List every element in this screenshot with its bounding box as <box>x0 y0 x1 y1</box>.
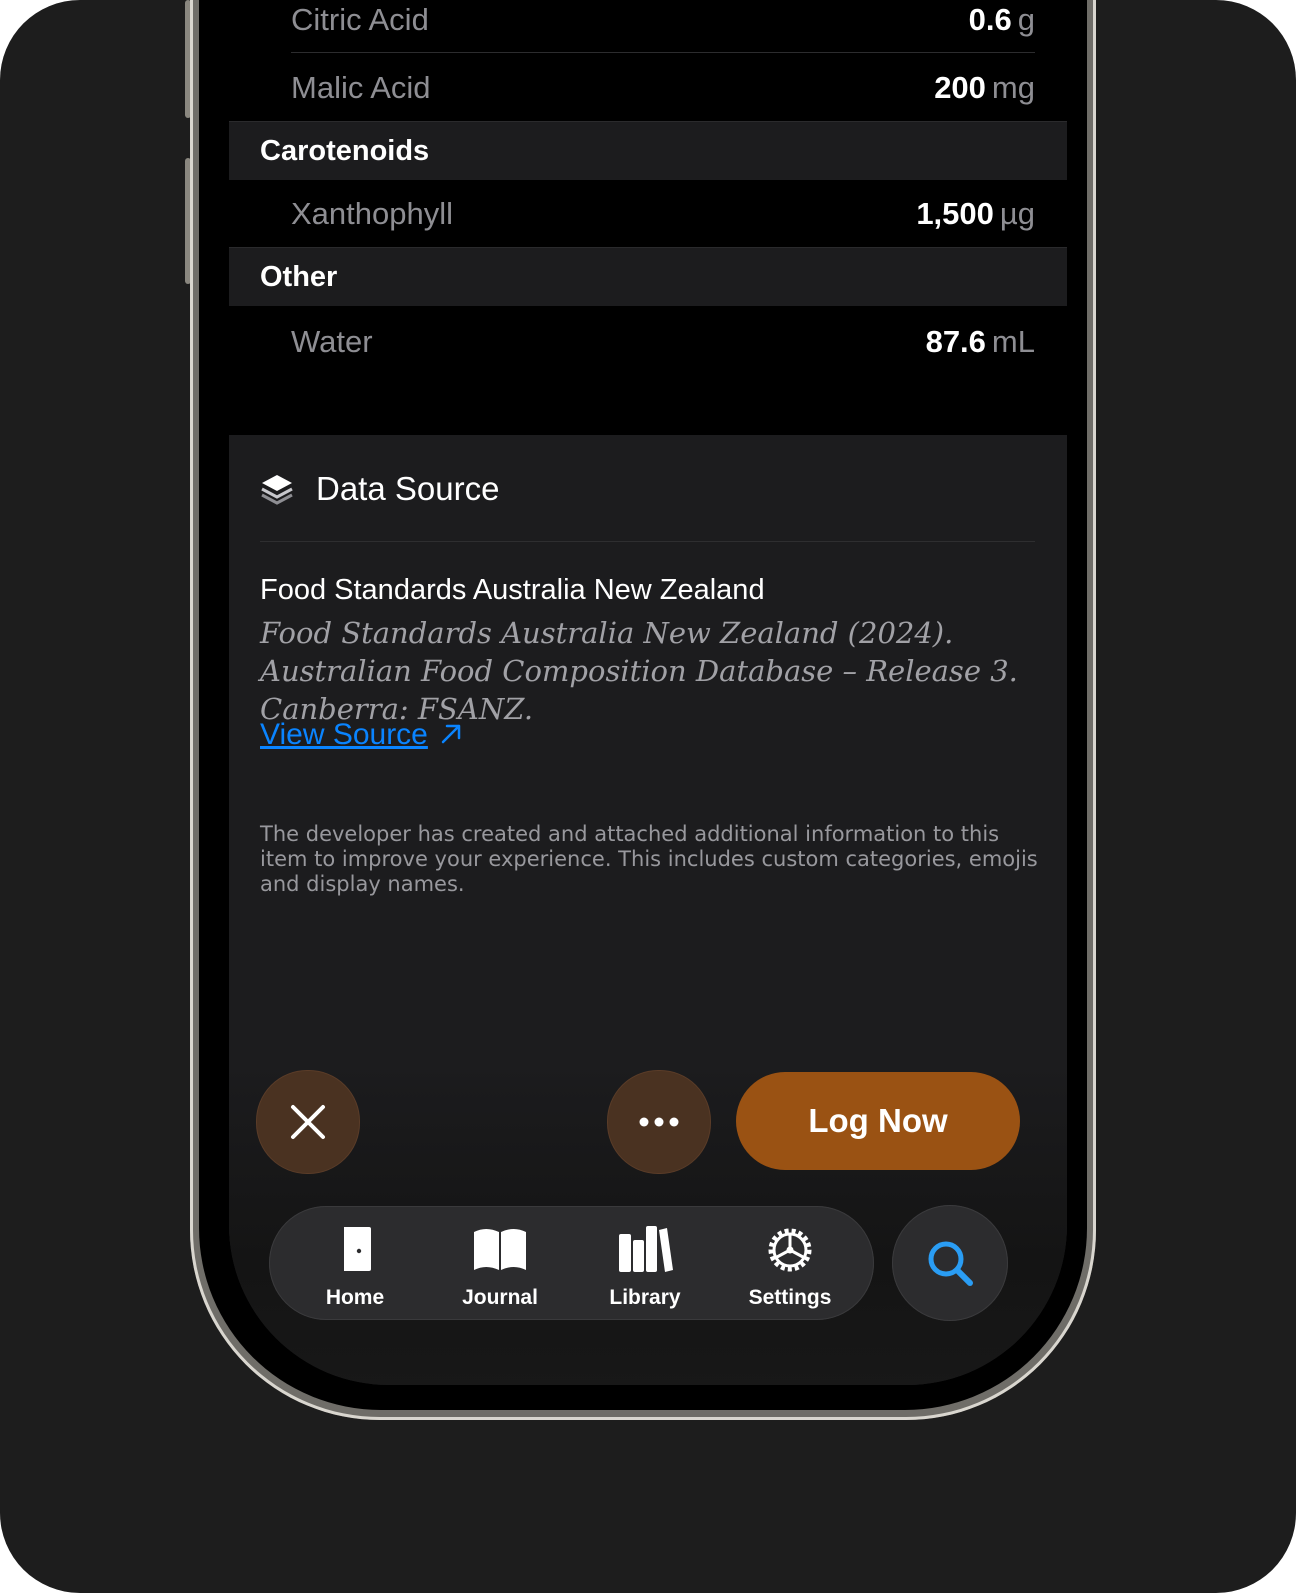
tab-settings[interactable]: Settings <box>730 1222 850 1312</box>
divider <box>260 541 1035 542</box>
tab-home[interactable]: Home <box>295 1222 415 1312</box>
close-button[interactable] <box>256 1070 360 1174</box>
tab-bar: Home Journal Library Settings <box>269 1206 874 1320</box>
books-icon <box>619 1226 673 1272</box>
external-link-icon[interactable] <box>437 720 465 748</box>
close-icon <box>291 1105 325 1139</box>
data-source-heading: Data Source <box>316 470 500 507</box>
source-name: Food Standards Australia New Zealand <box>260 574 765 606</box>
stack-layers-icon <box>261 475 293 505</box>
tab-journal[interactable]: Journal <box>440 1222 560 1312</box>
phone-screen: Citric Acid 0.6 g Malic Acid 200 mg Carote… <box>229 0 1067 1385</box>
log-now-button[interactable]: Log Now <box>736 1072 1020 1170</box>
tab-library[interactable]: Library <box>585 1222 705 1312</box>
search-button[interactable] <box>892 1205 1008 1321</box>
tab-label: Library <box>609 1286 681 1309</box>
search-icon <box>928 1241 973 1286</box>
more-button[interactable] <box>607 1070 711 1174</box>
tab-label: Journal <box>462 1286 538 1309</box>
door-icon <box>339 1227 371 1271</box>
developer-disclaimer: The developer has created and attached a… <box>260 822 1038 896</box>
gear-icon <box>768 1228 812 1272</box>
tab-label: Settings <box>748 1286 832 1309</box>
view-source-link[interactable]: View Source <box>260 718 428 752</box>
book-icon <box>474 1229 526 1270</box>
tab-label: Home <box>325 1286 385 1309</box>
more-icon <box>639 1117 679 1127</box>
source-citation: Food Standards Australia New Zealand (20… <box>260 616 1018 726</box>
